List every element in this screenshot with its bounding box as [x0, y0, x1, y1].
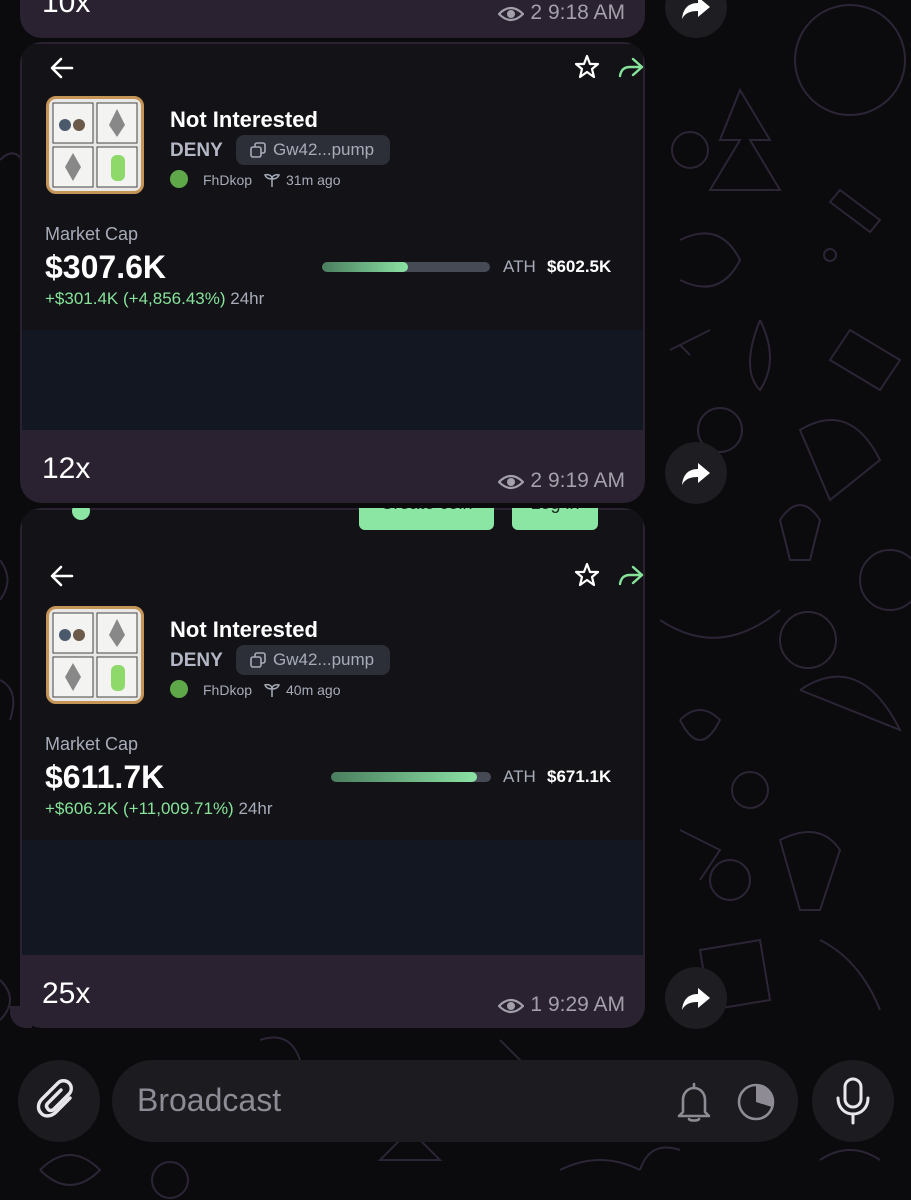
forward-icon: [682, 988, 710, 1010]
market-cap-label: Market Cap: [45, 734, 139, 754]
eye-icon: [497, 998, 525, 1014]
ath-label: ATH: [503, 767, 536, 786]
message-input-placeholder: Broadcast: [137, 1082, 282, 1118]
message-time: 9:18 AM: [547, 1, 625, 24]
create-coin-button[interactable]: Create coin: [359, 508, 494, 530]
forward-button[interactable]: [665, 967, 727, 1029]
message-bubble: Not Interested DENY Gw42...pump FhDkop 3…: [20, 42, 645, 503]
view-count: 2: [530, 1, 543, 24]
star-icon[interactable]: [574, 562, 600, 588]
market-cap-change: +$301.4K (+4,856.43%) 24hr: [45, 289, 264, 309]
microphone-button[interactable]: [812, 1060, 894, 1142]
change-amount: +$606.2K (+11,009.71%): [45, 799, 234, 818]
ath-progress-fill: [331, 772, 477, 782]
eye-icon: [497, 474, 525, 490]
message-meta: 2 9:18 AM: [497, 1, 625, 25]
eye-icon: [497, 6, 525, 22]
message-bubble: Create coin Log in Not Interested DENY G…: [20, 508, 645, 1028]
view-count: 1: [530, 993, 543, 1016]
ath-label: ATH: [503, 257, 536, 276]
message-time: 9:19 AM: [547, 469, 625, 492]
card-lower-panel: [22, 840, 643, 955]
ath-progress-bar: [322, 262, 490, 272]
token-name: Not Interested: [170, 107, 318, 132]
token-image: [46, 96, 144, 194]
share-icon[interactable]: [618, 54, 644, 80]
sprout-icon: [264, 683, 280, 697]
ath-progress-fill: [322, 262, 408, 272]
token-card: Create coin Log in Not Interested DENY G…: [22, 508, 644, 955]
forward-icon: [682, 0, 710, 19]
message-meta: 1 9:29 AM: [497, 993, 625, 1017]
message-bubble-partial: 10x 2 9:18 AM: [20, 0, 645, 38]
paperclip-icon: [36, 1079, 73, 1118]
message-caption: 12x: [42, 452, 91, 485]
copy-icon: [250, 142, 266, 158]
bell-icon[interactable]: [675, 1082, 713, 1122]
change-period: 24hr: [230, 289, 265, 308]
market-cap-label: Market Cap: [45, 224, 139, 244]
star-icon[interactable]: [574, 54, 600, 80]
change-period: 24hr: [238, 799, 273, 818]
card-lower-panel: [22, 330, 643, 430]
contract-address: Gw42...pump: [273, 140, 375, 159]
attach-button[interactable]: [18, 1060, 100, 1142]
message-meta: 2 9:19 AM: [497, 469, 625, 493]
token-name: Not Interested: [170, 617, 318, 642]
microphone-icon: [836, 1077, 870, 1125]
message-caption: 10x: [42, 0, 91, 19]
ath-progress-bar: [331, 772, 491, 782]
contract-address: Gw42...pump: [273, 650, 375, 669]
token-age: 31m ago: [286, 172, 341, 188]
change-amount: +$301.4K (+4,856.43%): [45, 289, 226, 308]
market-cap-change: +$606.2K (+11,009.71%) 24hr: [45, 799, 272, 819]
share-icon[interactable]: [618, 562, 644, 588]
contract-address-pill[interactable]: Gw42...pump: [236, 645, 390, 675]
market-cap-value: $611.7K: [45, 759, 165, 795]
sprout-icon: [264, 173, 280, 187]
token-ticker: DENY: [170, 140, 223, 161]
token-ticker: DENY: [170, 650, 223, 671]
creator-name[interactable]: FhDkop: [203, 682, 252, 698]
view-count: 2: [530, 469, 543, 492]
token-card: Not Interested DENY Gw42...pump FhDkop 3…: [22, 44, 644, 430]
copy-icon: [250, 652, 266, 668]
message-input[interactable]: Broadcast: [112, 1060, 798, 1142]
timer-icon[interactable]: [736, 1082, 776, 1122]
site-logo: [72, 508, 90, 520]
contract-address-pill[interactable]: Gw42...pump: [236, 135, 390, 165]
back-arrow-icon[interactable]: [48, 562, 76, 590]
token-age: 40m ago: [286, 682, 341, 698]
creator-name[interactable]: FhDkop: [203, 172, 252, 188]
creator-avatar: [170, 170, 188, 188]
creator-avatar: [170, 680, 188, 698]
market-cap-value: $307.6K: [45, 249, 166, 285]
message-caption: 25x: [42, 977, 91, 1010]
ath-value: $602.5K: [547, 257, 612, 276]
back-arrow-icon[interactable]: [48, 54, 76, 82]
message-time: 9:29 AM: [547, 993, 625, 1016]
forward-button[interactable]: [665, 442, 727, 504]
log-in-button[interactable]: Log in: [512, 508, 598, 530]
ath-value: $671.1K: [547, 767, 612, 786]
token-image: [46, 606, 144, 704]
forward-icon: [682, 463, 710, 485]
